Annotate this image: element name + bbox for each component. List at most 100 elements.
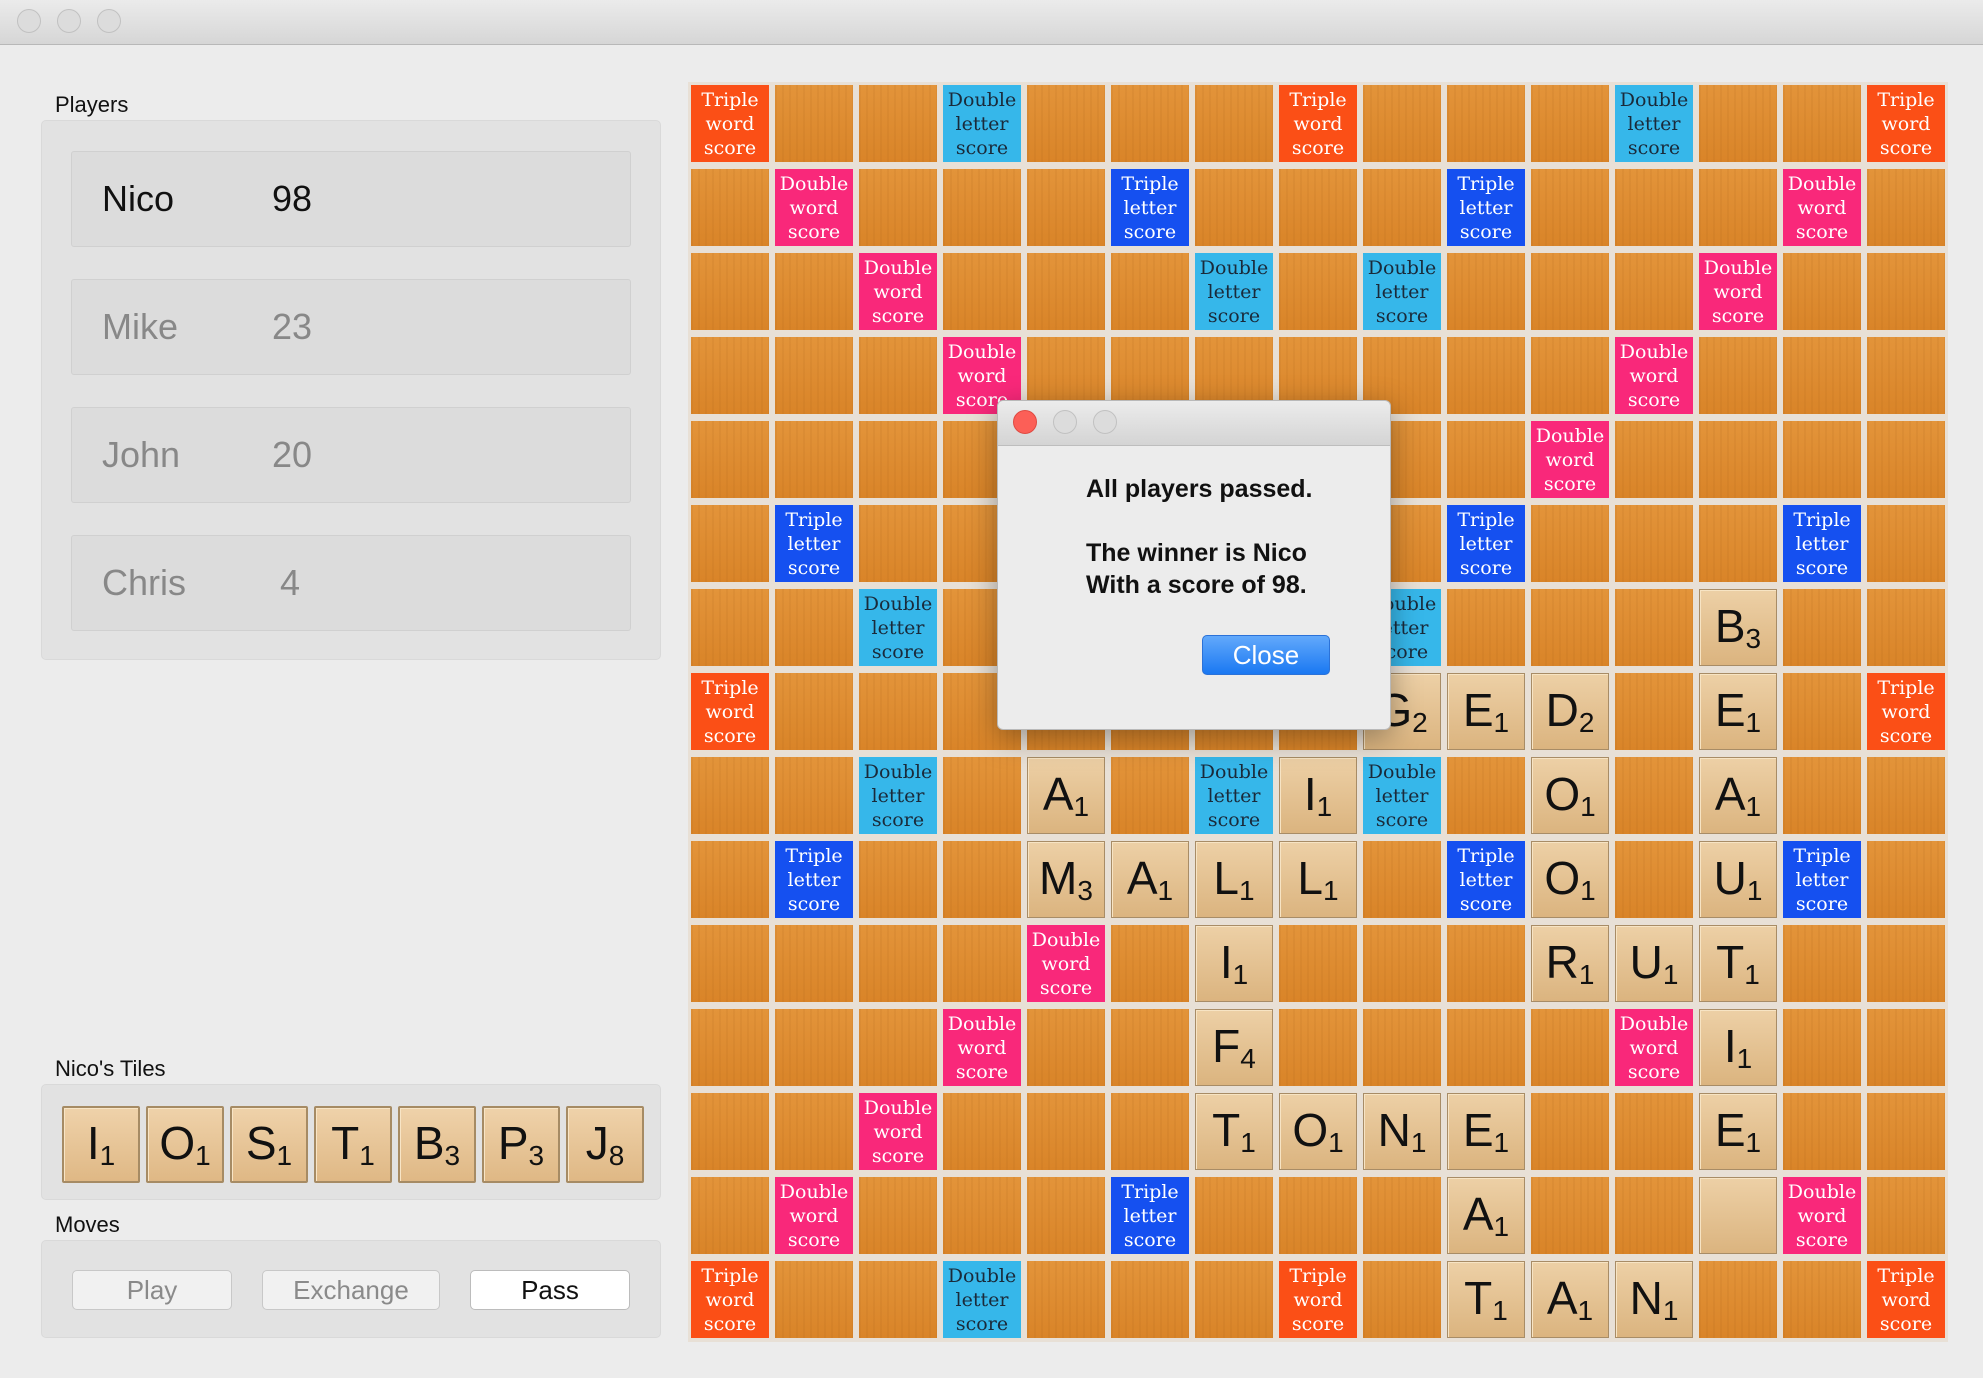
triple-letter-square[interactable]: Triple letter score: [775, 505, 853, 582]
board-square[interactable]: [775, 421, 853, 498]
board-square[interactable]: [1699, 169, 1777, 246]
board-square[interactable]: [1447, 757, 1525, 834]
board-square[interactable]: [691, 1093, 769, 1170]
board-square[interactable]: [1699, 421, 1777, 498]
double-word-square[interactable]: Double word score: [775, 169, 853, 246]
board-square[interactable]: [1783, 925, 1861, 1002]
board-square[interactable]: [1279, 1177, 1357, 1254]
triple-letter-square[interactable]: Triple letter score: [775, 841, 853, 918]
board-square[interactable]: [691, 253, 769, 330]
board-square[interactable]: [1531, 85, 1609, 162]
board-square[interactable]: [1783, 253, 1861, 330]
dialog-close-control[interactable]: [1013, 410, 1037, 434]
board-square[interactable]: [943, 253, 1021, 330]
board-square[interactable]: [1447, 589, 1525, 666]
board-square[interactable]: [1111, 253, 1189, 330]
board-square[interactable]: [1867, 169, 1945, 246]
board-tile[interactable]: L1: [1195, 841, 1273, 918]
board-square[interactable]: [1783, 1009, 1861, 1086]
board-square[interactable]: [1867, 925, 1945, 1002]
board-square[interactable]: [775, 85, 853, 162]
board-square[interactable]: [1447, 253, 1525, 330]
board-square[interactable]: [691, 841, 769, 918]
pass-button[interactable]: Pass: [470, 1270, 630, 1310]
board-square[interactable]: [1363, 169, 1441, 246]
board-square[interactable]: [1531, 1009, 1609, 1086]
board-tile[interactable]: R1: [1531, 925, 1609, 1002]
board-square[interactable]: [1111, 757, 1189, 834]
board-square[interactable]: [1615, 421, 1693, 498]
double-word-square[interactable]: Double word score: [775, 1177, 853, 1254]
board-square[interactable]: [775, 1261, 853, 1338]
board-square[interactable]: [1027, 1093, 1105, 1170]
board-square[interactable]: [1783, 1261, 1861, 1338]
board-square[interactable]: [1027, 85, 1105, 162]
board-square[interactable]: [1867, 505, 1945, 582]
triple-letter-square[interactable]: Triple letter score: [1783, 505, 1861, 582]
board-tile[interactable]: M3: [1027, 841, 1105, 918]
board-square[interactable]: [1867, 1093, 1945, 1170]
board-square[interactable]: [1279, 925, 1357, 1002]
board-square[interactable]: [1615, 589, 1693, 666]
board-square[interactable]: [943, 841, 1021, 918]
board-square[interactable]: [775, 925, 853, 1002]
board-square[interactable]: [691, 421, 769, 498]
board-square[interactable]: [1867, 757, 1945, 834]
board-square[interactable]: [1867, 337, 1945, 414]
board-square[interactable]: [1363, 841, 1441, 918]
board-square[interactable]: [1531, 253, 1609, 330]
board-square[interactable]: [1531, 589, 1609, 666]
triple-word-square[interactable]: Triple word score: [1867, 1261, 1945, 1338]
board-square[interactable]: [1279, 253, 1357, 330]
board-tile[interactable]: O1: [1531, 757, 1609, 834]
board-square[interactable]: [1363, 1177, 1441, 1254]
board-tile[interactable]: A1: [1531, 1261, 1609, 1338]
board-square[interactable]: [1195, 169, 1273, 246]
board-square[interactable]: [859, 421, 937, 498]
board-square[interactable]: [1531, 337, 1609, 414]
board-square[interactable]: [1195, 1261, 1273, 1338]
double-letter-square[interactable]: Double letter score: [1195, 253, 1273, 330]
double-letter-square[interactable]: Double letter score: [943, 85, 1021, 162]
exchange-button[interactable]: Exchange: [262, 1270, 440, 1310]
board-square[interactable]: [691, 337, 769, 414]
board-tile[interactable]: A1: [1447, 1177, 1525, 1254]
board-tile[interactable]: E1: [1699, 1093, 1777, 1170]
board-tile[interactable]: T1: [1699, 925, 1777, 1002]
board-square[interactable]: [1363, 1009, 1441, 1086]
board-square[interactable]: [1111, 925, 1189, 1002]
triple-word-square[interactable]: Triple word score: [1867, 673, 1945, 750]
board-square[interactable]: [1699, 505, 1777, 582]
board-square[interactable]: [775, 757, 853, 834]
board-square[interactable]: [691, 505, 769, 582]
board-square[interactable]: [1783, 757, 1861, 834]
board-square[interactable]: [1027, 1009, 1105, 1086]
board-square[interactable]: [859, 505, 937, 582]
triple-word-square[interactable]: Triple word score: [691, 85, 769, 162]
window-zoom-control[interactable]: [97, 9, 121, 33]
board-square[interactable]: [859, 337, 937, 414]
board-square[interactable]: [943, 925, 1021, 1002]
board-square[interactable]: [1531, 169, 1609, 246]
board-square[interactable]: [1363, 85, 1441, 162]
play-button[interactable]: Play: [72, 1270, 232, 1310]
board-tile[interactable]: D2: [1531, 673, 1609, 750]
board-tile[interactable]: U1: [1699, 841, 1777, 918]
board-tile[interactable]: N1: [1363, 1093, 1441, 1170]
rack-tile[interactable]: T1: [314, 1106, 392, 1183]
board-tile[interactable]: O1: [1531, 841, 1609, 918]
board-square[interactable]: [1027, 1177, 1105, 1254]
board-square[interactable]: [1867, 421, 1945, 498]
board-square[interactable]: [1447, 1009, 1525, 1086]
board-tile[interactable]: I1: [1699, 1009, 1777, 1086]
board-square[interactable]: [691, 1177, 769, 1254]
triple-letter-square[interactable]: Triple letter score: [1111, 169, 1189, 246]
board-tile[interactable]: I1: [1195, 925, 1273, 1002]
board-tile[interactable]: U1: [1615, 925, 1693, 1002]
board-square[interactable]: [859, 169, 937, 246]
board-square[interactable]: [859, 925, 937, 1002]
board-square[interactable]: [943, 757, 1021, 834]
board-square[interactable]: [1027, 253, 1105, 330]
double-word-square[interactable]: Double word score: [943, 1009, 1021, 1086]
triple-word-square[interactable]: Triple word score: [1279, 85, 1357, 162]
